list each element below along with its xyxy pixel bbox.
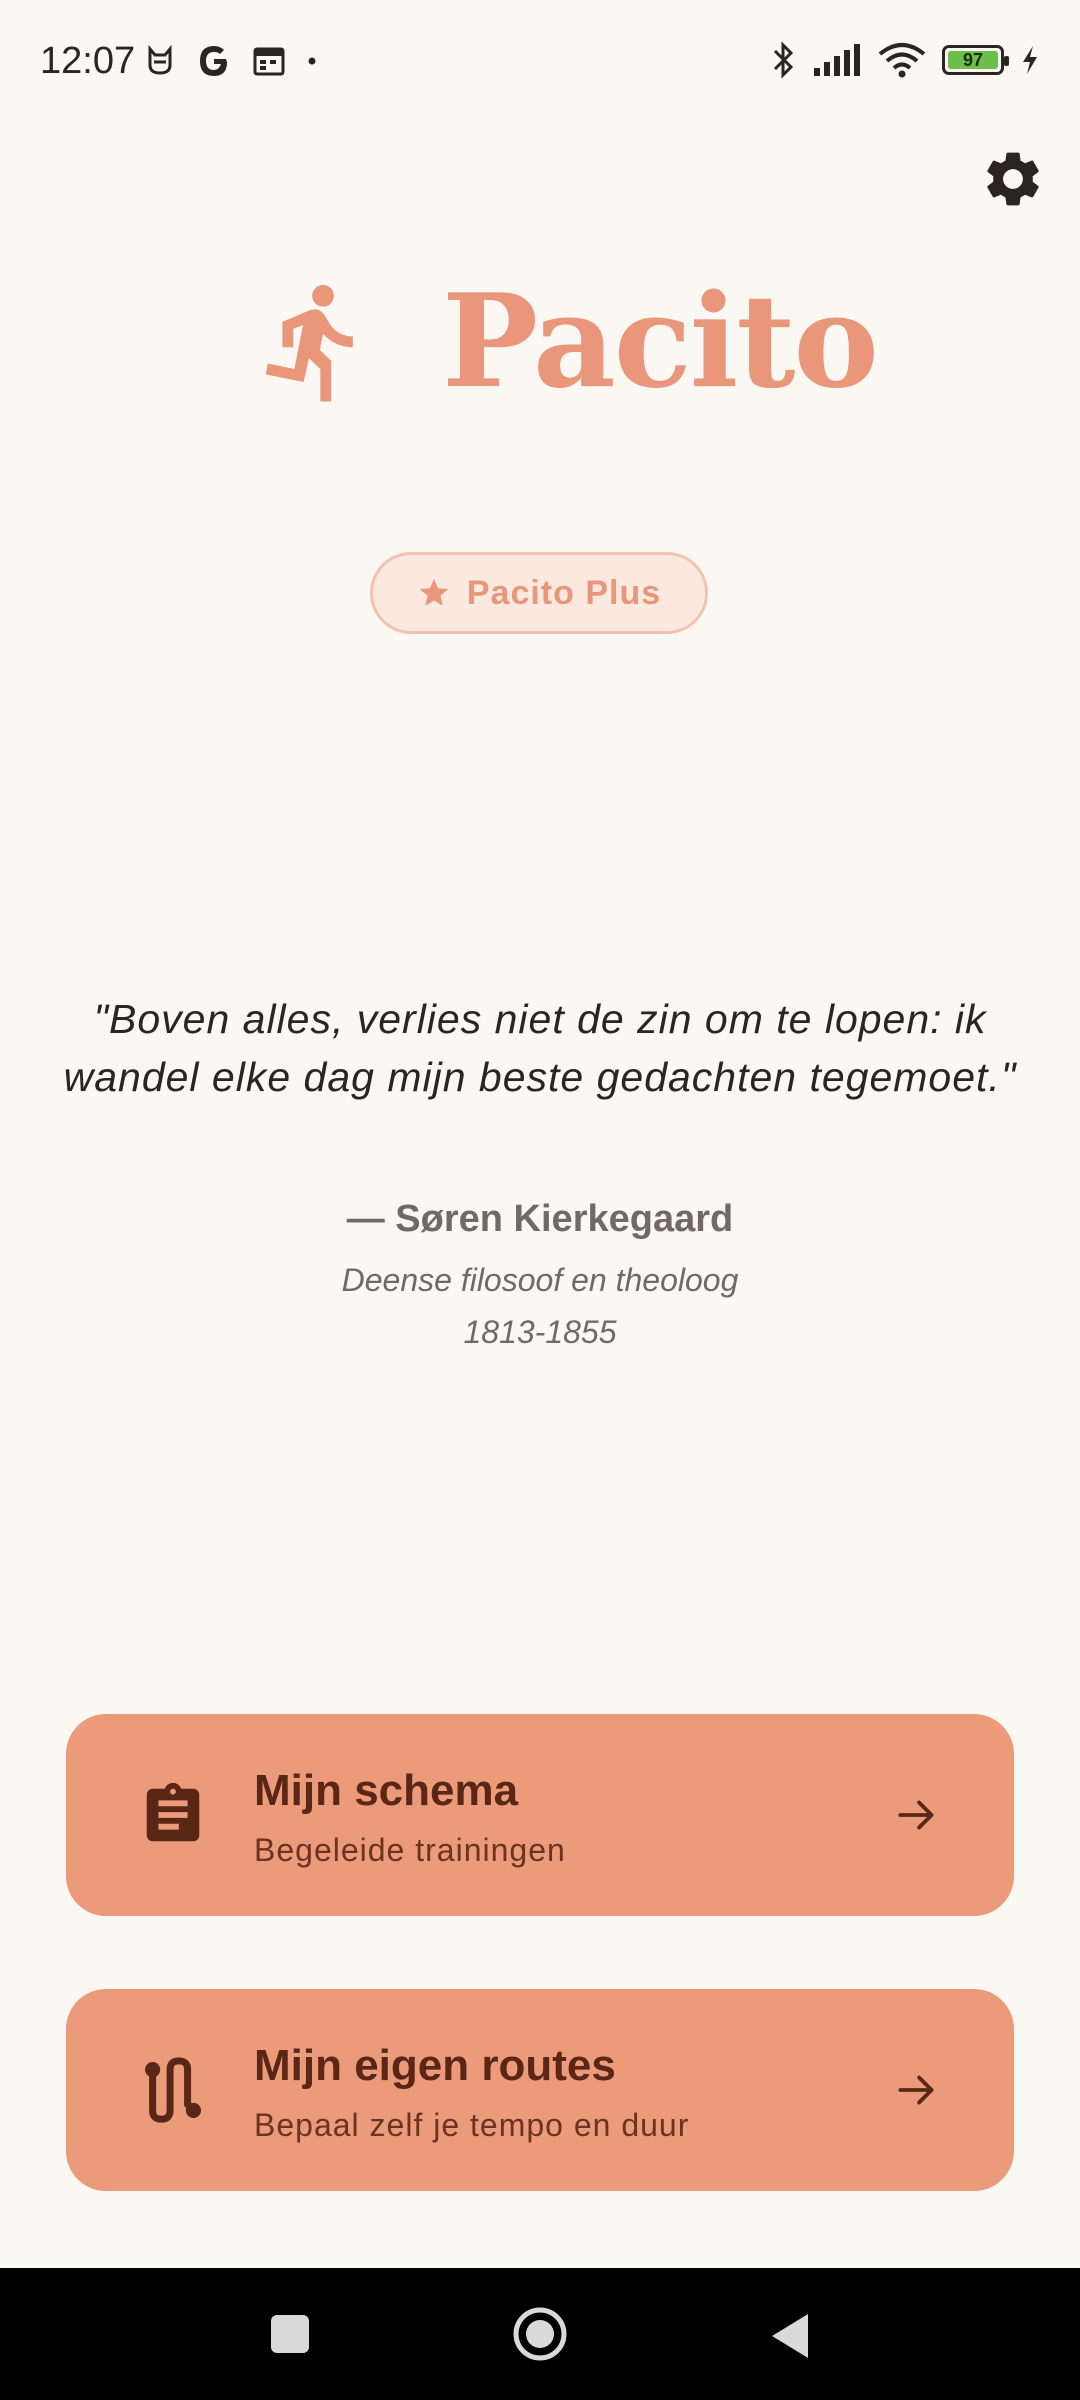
google-icon	[200, 46, 227, 76]
battery-icon: 97	[942, 45, 1009, 75]
star-icon	[419, 578, 449, 606]
charging-icon	[1023, 46, 1037, 74]
battery-level: 97	[962, 49, 984, 70]
system-icons: 97	[772, 40, 1040, 80]
notification-icons	[145, 44, 317, 78]
status-time: 12:07	[40, 40, 136, 82]
route-icon	[145, 2057, 201, 2123]
signal-icon	[814, 44, 860, 76]
author-years: 1813-1855	[463, 1314, 617, 1350]
my-routes-card[interactable]: Mijn eigen routes Bepaal zelf je tempo e…	[66, 1989, 1014, 2191]
card-title: Mijn schema	[254, 1766, 519, 1815]
bluetooth-icon	[773, 41, 794, 79]
pacito-plus-button[interactable]: Pacito Plus	[370, 552, 708, 634]
back-triangle-icon[interactable]	[768, 2312, 812, 2360]
wifi-icon	[878, 43, 926, 78]
app-logo: Pacito	[250, 262, 879, 422]
my-schedule-card[interactable]: Mijn schema Begeleide trainingen	[66, 1714, 1014, 1916]
clipboard-icon	[146, 1782, 200, 1842]
home-circle-icon[interactable]	[512, 2306, 568, 2362]
gear-icon[interactable]	[980, 146, 1046, 212]
arrow-right-icon	[898, 1800, 934, 1830]
recents-square-icon[interactable]	[268, 2312, 312, 2356]
card-subtitle: Bepaal zelf je tempo en duur	[254, 2107, 690, 2143]
cat-icon	[148, 45, 172, 75]
card-subtitle: Begeleide trainingen	[254, 1832, 566, 1868]
calendar-icon	[253, 47, 285, 76]
status-bar: 12:07 97	[0, 0, 1080, 130]
system-nav-bar	[0, 2268, 1080, 2400]
dot-icon	[308, 57, 316, 65]
pacito-plus-label: Pacito Plus	[466, 573, 662, 612]
quote-text: "Boven alles, verlies niet de zin om te …	[63, 996, 1017, 1100]
author-description: Deense filosoof en theoloog	[341, 1262, 739, 1298]
app-name: Pacito	[442, 267, 879, 417]
card-title: Mijn eigen routes	[254, 2041, 616, 2090]
arrow-right-icon	[898, 2075, 934, 2105]
runner-icon	[265, 285, 353, 402]
quote-author: — Søren Kierkegaard	[346, 1198, 734, 1240]
